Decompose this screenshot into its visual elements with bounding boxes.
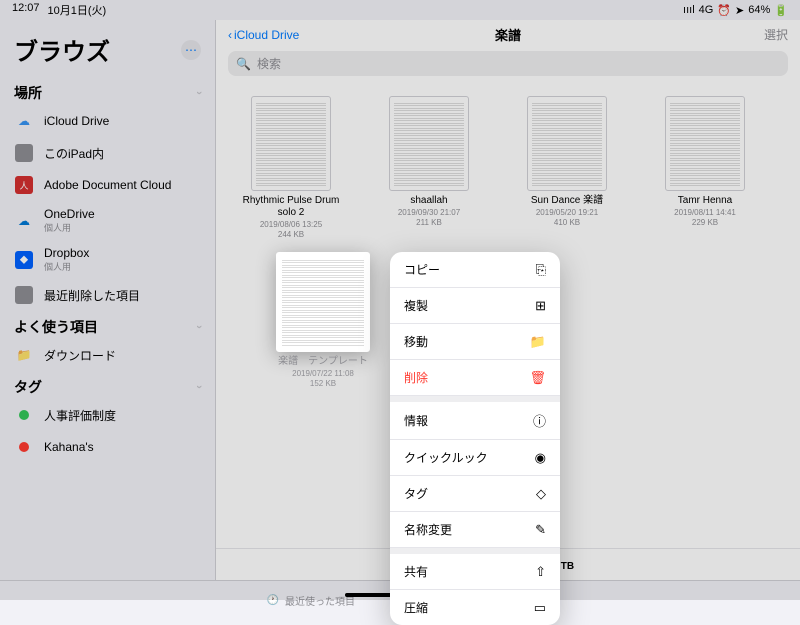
sidebar-item-downloads[interactable]: 📁 ダウンロード: [0, 339, 215, 371]
location-icon: ➤: [735, 4, 744, 17]
search-input[interactable]: 🔍 検索: [228, 51, 788, 76]
sidebar-item-dropbox[interactable]: ⬥ Dropbox個人用: [0, 240, 215, 279]
ctx-label: 削除: [404, 369, 428, 386]
ctx-item-コピー[interactable]: コピー ⎘: [390, 252, 560, 288]
ctx-icon: ◉: [535, 450, 546, 466]
file-item[interactable]: Sun Dance 楽譜 2019/05/20 19:21 410 KB: [512, 96, 622, 239]
page-title: 楽譜: [495, 25, 521, 44]
file-item[interactable]: Tamr Henna 2019/08/11 14:41 229 KB: [650, 96, 760, 239]
onedrive-icon: ☁: [14, 211, 34, 231]
section-locations[interactable]: 場所 ›: [0, 77, 215, 105]
ctx-icon: ⎘: [536, 262, 546, 278]
sidebar-item-trash[interactable]: 最近削除した項目: [0, 279, 215, 311]
section-favorites[interactable]: よく使う項目 ›: [0, 311, 215, 339]
chevron-down-icon: ›: [193, 385, 205, 389]
ctx-item-共有[interactable]: 共有 ⇧: [390, 554, 560, 590]
ctx-label: 名称変更: [404, 521, 452, 538]
sidebar-item-onedrive[interactable]: ☁ OneDrive個人用: [0, 201, 215, 240]
select-button[interactable]: 選択: [764, 26, 788, 43]
ipad-icon: [15, 144, 33, 162]
status-date: 10月1日(火): [48, 2, 107, 18]
section-tags[interactable]: タグ ›: [0, 371, 215, 399]
ctx-item-圧縮[interactable]: 圧縮 ▭: [390, 590, 560, 625]
ctx-icon: ⇧: [535, 564, 546, 580]
ctx-item-名称変更[interactable]: 名称変更 ✎: [390, 512, 560, 548]
sidebar-title: ブラウズ: [14, 32, 110, 67]
sidebar-item-adobe[interactable]: 人 Adobe Document Cloud: [0, 169, 215, 201]
tab-recent[interactable]: 🕐 最近使った項目: [267, 593, 355, 608]
chevron-down-icon: ›: [193, 325, 205, 329]
file-item[interactable]: Rhythmic Pulse Drum solo 2 2019/08/06 13…: [236, 96, 346, 239]
sidebar: ブラウズ ⋯ 場所 › ☁ iCloud Drive このiPad内 人 Ado…: [0, 20, 215, 580]
chevron-down-icon: ›: [193, 91, 205, 95]
tag-dot-icon: [19, 410, 29, 420]
ctx-item-クイックルック[interactable]: クイックルック ◉: [390, 440, 560, 476]
ctx-icon: ◇: [536, 486, 546, 502]
sidebar-item-ipad[interactable]: このiPad内: [0, 137, 215, 169]
ctx-item-削除[interactable]: 削除 🗑: [390, 360, 560, 396]
more-button[interactable]: ⋯: [181, 40, 201, 60]
thumbnail: [389, 96, 469, 191]
ctx-item-情報[interactable]: 情報 ⓘ: [390, 402, 560, 440]
file-item-selected[interactable]: 楽譜 テンプレート 2019/07/22 11:08 152 KB: [268, 252, 378, 388]
thumbnail: [527, 96, 607, 191]
ctx-label: 情報: [404, 412, 428, 429]
ctx-item-複製[interactable]: 複製 ⊞: [390, 288, 560, 324]
sidebar-item-icloud[interactable]: ☁ iCloud Drive: [0, 105, 215, 137]
clock-icon: 🕐: [267, 595, 279, 606]
sidebar-tag-0[interactable]: 人事評価制度: [0, 399, 215, 431]
ctx-label: 共有: [404, 563, 428, 580]
context-menu: コピー ⎘ 複製 ⊞ 移動 📁 削除 🗑 情報 ⓘ クイックルック ◉ タグ ◇ 名称変更 ✎ 共有 ⇧ 圧縮 ▭: [390, 252, 560, 625]
back-button[interactable]: ‹ iCloud Drive: [228, 28, 299, 42]
folder-icon: 📁: [14, 345, 34, 365]
status-bar: 12:07 10月1日(火) ıııl 4G ⏰ ➤ 64% 🔋: [0, 0, 800, 20]
ctx-label: 複製: [404, 297, 428, 314]
file-item[interactable]: shaallah 2019/09/30 21:07 211 KB: [374, 96, 484, 239]
dropbox-icon: ⬥: [15, 251, 33, 269]
thumbnail: [251, 96, 331, 191]
ctx-icon: ✎: [535, 522, 546, 538]
ctx-label: タグ: [404, 485, 428, 502]
alarm-icon: ⏰: [717, 4, 731, 17]
ctx-item-タグ[interactable]: タグ ◇: [390, 476, 560, 512]
status-time: 12:07: [12, 2, 40, 18]
sidebar-tag-1[interactable]: Kahana's: [0, 431, 215, 463]
thumbnail: [665, 96, 745, 191]
ctx-icon: ⓘ: [533, 411, 546, 430]
cloud-icon: ☁: [14, 111, 34, 131]
network-label: 4G: [699, 4, 714, 16]
ctx-icon: 📁: [530, 334, 546, 350]
chevron-left-icon: ‹: [228, 28, 232, 42]
ctx-icon: ⊞: [535, 298, 546, 314]
battery-pct: 64%: [748, 4, 770, 16]
signal-icon: ıııl: [683, 4, 695, 16]
ctx-icon: ▭: [534, 600, 546, 616]
ctx-item-移動[interactable]: 移動 📁: [390, 324, 560, 360]
ctx-label: クイックルック: [404, 449, 488, 466]
adobe-icon: 人: [15, 176, 33, 194]
trash-icon: [15, 286, 33, 304]
ctx-label: 移動: [404, 333, 428, 350]
battery-icon: 🔋: [774, 4, 788, 17]
thumbnail: [276, 252, 370, 352]
tag-dot-icon: [19, 442, 29, 452]
search-icon: 🔍: [236, 57, 251, 71]
ctx-icon: 🗑: [529, 370, 546, 386]
ctx-label: 圧縮: [404, 599, 428, 616]
ctx-label: コピー: [404, 261, 440, 278]
